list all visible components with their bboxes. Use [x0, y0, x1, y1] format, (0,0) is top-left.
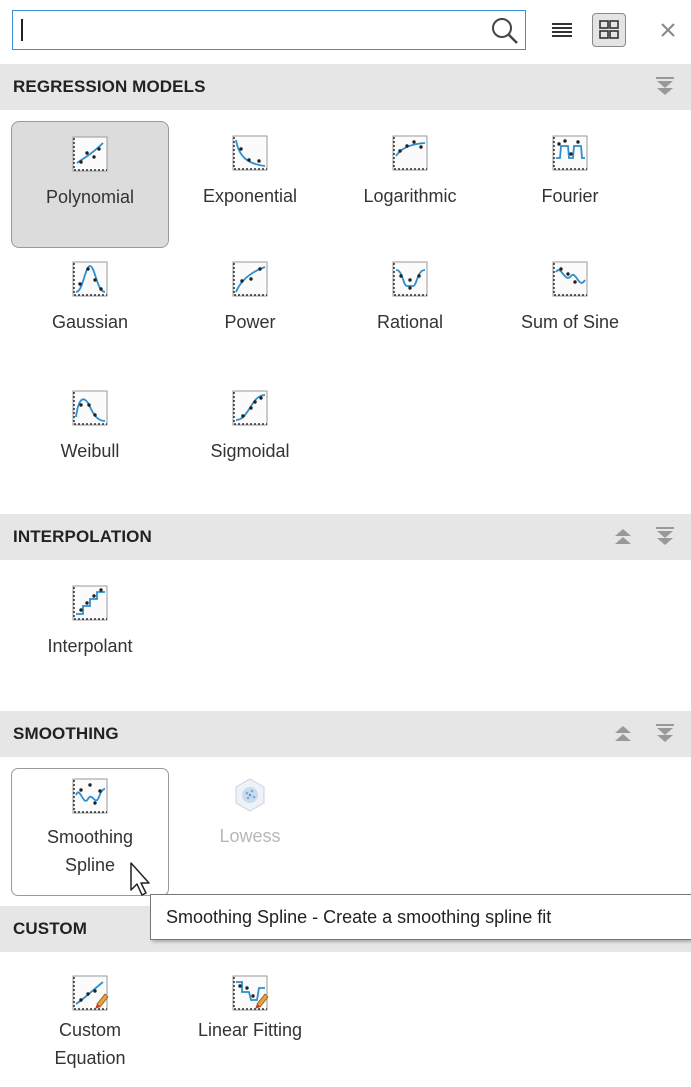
item-label: Lowess — [219, 826, 281, 846]
smoothing-spline-icon — [71, 777, 109, 815]
gallery-item-linear-fitting[interactable]: Linear Fitting — [171, 972, 329, 1082]
item-label: Fourier — [541, 186, 599, 206]
item-label: Rational — [376, 312, 444, 332]
section-header-regression: REGRESSION MODELS — [0, 64, 691, 110]
item-label: Sigmoidal — [210, 441, 290, 461]
gallery-item-fourier[interactable]: Fourier — [491, 121, 649, 248]
gallery-item-gaussian[interactable]: Gaussian — [11, 258, 169, 368]
item-label-line1: Smoothing — [46, 827, 134, 847]
mouse-pointer-icon — [128, 860, 154, 900]
item-label: Weibull — [60, 441, 120, 461]
item-label: Linear Fitting — [197, 1020, 303, 1040]
item-label: Polynomial — [45, 187, 135, 207]
gallery-item-power[interactable]: Power — [171, 258, 329, 368]
sum-of-sine-fit-icon — [551, 260, 589, 298]
item-label: Sum of Sine — [520, 312, 620, 332]
fourier-fit-icon — [551, 134, 589, 172]
gallery-item-rational[interactable]: Rational — [331, 258, 489, 368]
section-header-interpolation: INTERPOLATION — [0, 514, 691, 560]
gallery-item-sum-of-sine[interactable]: Sum of Sine — [491, 258, 649, 368]
item-label: Gaussian — [51, 312, 129, 332]
linear-fitting-icon — [231, 974, 269, 1012]
custom-equation-icon — [71, 974, 109, 1012]
collapse-down-icon[interactable] — [654, 76, 676, 98]
section-title: INTERPOLATION — [13, 527, 152, 546]
section-title: REGRESSION MODELS — [13, 77, 206, 96]
close-icon[interactable] — [655, 17, 681, 43]
text-caret — [21, 19, 23, 41]
collapse-up-icon[interactable] — [612, 723, 634, 745]
gallery-item-interpolant[interactable]: Interpolant — [11, 582, 169, 692]
item-label: Exponential — [202, 186, 298, 206]
gallery-item-sigmoidal[interactable]: Sigmoidal — [171, 387, 329, 497]
exponential-fit-icon — [231, 134, 269, 172]
gallery-item-exponential[interactable]: Exponential — [171, 121, 329, 248]
section-title: CUSTOM — [13, 919, 87, 938]
section-header-smoothing: SMOOTHING — [0, 711, 691, 757]
item-label-line1: Custom — [58, 1020, 121, 1040]
item-label: Interpolant — [47, 636, 133, 656]
grid-view-icon[interactable] — [592, 13, 626, 47]
search-field[interactable] — [12, 10, 526, 50]
gallery-item-lowess: Lowess — [171, 768, 329, 878]
polynomial-fit-icon — [71, 135, 109, 173]
gallery-item-weibull[interactable]: Weibull — [11, 387, 169, 497]
weibull-fit-icon — [71, 389, 109, 427]
search-input[interactable] — [25, 15, 469, 47]
tooltip: Smoothing Spline - Create a smoothing sp… — [150, 894, 691, 940]
interpolant-fit-icon — [71, 584, 109, 622]
gallery-item-custom-equation[interactable]: Custom Equation — [11, 972, 169, 1087]
item-label: Power — [224, 312, 276, 332]
gaussian-fit-icon — [71, 260, 109, 298]
logarithmic-fit-icon — [391, 134, 429, 172]
collapse-up-icon[interactable] — [612, 526, 634, 548]
gallery-item-logarithmic[interactable]: Logarithmic — [331, 121, 489, 248]
search-icon[interactable] — [489, 15, 521, 47]
gallery-item-polynomial[interactable]: Polynomial — [11, 121, 169, 248]
collapse-down-icon[interactable] — [654, 723, 676, 745]
item-label-line2: Equation — [54, 1048, 126, 1068]
list-view-icon[interactable] — [549, 17, 575, 43]
lowess-icon — [231, 776, 269, 814]
section-title: SMOOTHING — [13, 724, 119, 743]
collapse-down-icon[interactable] — [654, 526, 676, 548]
item-label: Logarithmic — [363, 186, 457, 206]
sigmoidal-fit-icon — [231, 389, 269, 427]
power-fit-icon — [231, 260, 269, 298]
rational-fit-icon — [391, 260, 429, 298]
